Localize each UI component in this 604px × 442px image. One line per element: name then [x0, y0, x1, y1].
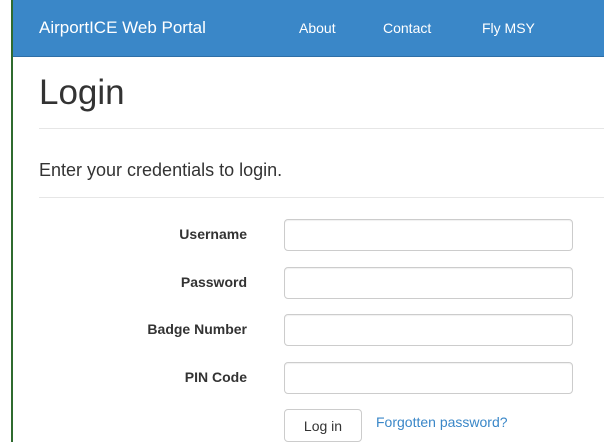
username-input[interactable]	[284, 219, 573, 251]
nav-link-fly-msy[interactable]: Fly MSY	[482, 0, 535, 56]
top-navbar: AirportICE Web Portal About Contact Fly …	[13, 0, 604, 57]
nav-link-contact[interactable]: Contact	[383, 0, 431, 56]
subtitle-divider	[39, 197, 604, 198]
password-input[interactable]	[284, 267, 573, 299]
nav-link-about[interactable]: About	[299, 0, 336, 56]
password-label: Password	[180, 274, 247, 290]
badge-number-label: Badge Number	[147, 321, 247, 337]
page-subtitle: Enter your credentials to login.	[39, 160, 283, 180]
login-page: AirportICE Web Portal About Contact Fly …	[0, 0, 604, 442]
badge-number-input[interactable]	[284, 314, 573, 346]
pin-code-input[interactable]	[284, 362, 573, 394]
page-title: Login	[39, 73, 125, 112]
brand-link[interactable]: AirportICE Web Portal	[39, 0, 206, 56]
pin-code-label: PIN Code	[184, 369, 247, 385]
left-border	[11, 0, 13, 442]
title-divider	[39, 128, 604, 129]
username-label: Username	[179, 226, 247, 242]
login-button[interactable]: Log in	[284, 409, 362, 442]
forgot-password-link[interactable]: Forgotten password?	[376, 412, 508, 432]
